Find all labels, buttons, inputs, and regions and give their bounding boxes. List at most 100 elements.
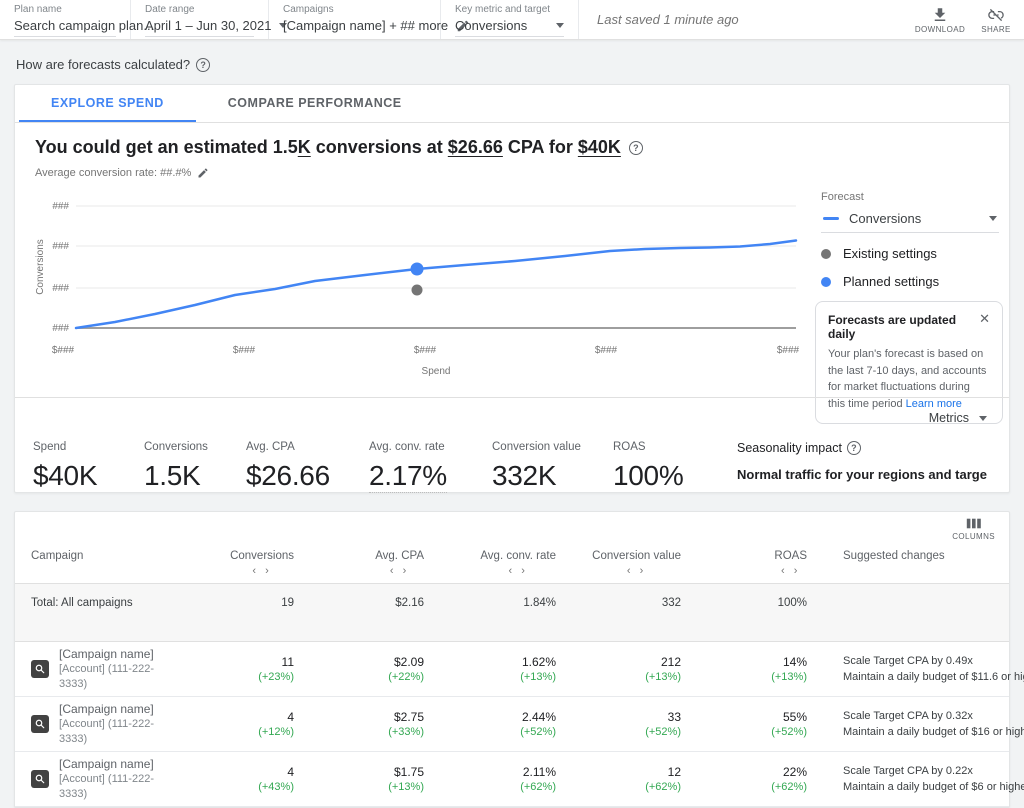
- col-header-roas[interactable]: ROAS‹ ›: [681, 550, 807, 577]
- existing-settings-dot: [821, 249, 831, 259]
- planned-settings-dot: [821, 277, 831, 287]
- svg-text:###: ###: [52, 283, 69, 294]
- campaigns-field[interactable]: Campaigns [Campaign name] + ## more: [269, 0, 441, 39]
- forecast-info-card: Forecasts are updated daily ✕ Your plan'…: [815, 301, 1003, 424]
- campaign-table-card: COLUMNS Campaign Conversions‹ › Avg. CPA…: [14, 511, 1010, 808]
- campaigns-value: [Campaign name] + ## more: [283, 18, 448, 33]
- legend-item-existing: Existing settings: [821, 246, 999, 261]
- svg-text:###: ###: [52, 241, 69, 252]
- col-header-conversion-value[interactable]: Conversion value‹ ›: [556, 550, 681, 577]
- col-header-avg-conv-rate[interactable]: Avg. conv. rate‹ ›: [424, 550, 556, 577]
- svg-text:$###: $###: [52, 345, 75, 356]
- svg-text:$###: $###: [233, 345, 256, 356]
- svg-text:###: ###: [52, 323, 69, 334]
- svg-text:$###: $###: [777, 345, 800, 356]
- date-range-field[interactable]: Date range April 1 – Jun 30, 2021: [131, 0, 269, 39]
- svg-text:$###: $###: [414, 345, 437, 356]
- edit-pencil-icon[interactable]: [197, 167, 209, 179]
- last-saved-status: Last saved 1 minute ago: [579, 12, 739, 27]
- account-name: [Account] (111-222-3333): [59, 717, 175, 747]
- legend-title: Forecast: [821, 191, 999, 203]
- series-line-swatch: [823, 217, 839, 220]
- existing-settings-point: [412, 285, 423, 296]
- planned-settings-point: [411, 263, 424, 276]
- campaigns-label: Campaigns: [283, 4, 426, 16]
- svg-text:###: ###: [52, 201, 69, 212]
- table-row[interactable]: [Campaign name] [Account] (111-222-3333)…: [15, 697, 1009, 752]
- svg-text:$###: $###: [595, 345, 618, 356]
- download-button[interactable]: DOWNLOAD: [912, 0, 968, 39]
- seasonality-value: Normal traffic for your regions and targ…: [737, 467, 993, 482]
- table-total-row: Total: All campaigns 19 $2.16 1.84% 332 …: [15, 584, 1009, 642]
- table-row[interactable]: [Campaign name] [Account] (111-222-3333)…: [15, 642, 1009, 697]
- key-metric-field[interactable]: Key metric and target Conversions: [441, 0, 579, 39]
- metric-tile-conversions: Conversions 1.5K: [144, 441, 208, 492]
- chevron-down-icon[interactable]: [556, 23, 564, 28]
- tab-bar: EXPLORE SPEND COMPARE PERFORMANCE: [15, 85, 1009, 123]
- columns-button[interactable]: COLUMNS: [952, 517, 995, 541]
- key-metric-label: Key metric and target: [455, 4, 564, 16]
- chevron-down-icon: [979, 416, 987, 421]
- share-button[interactable]: SHARE: [968, 0, 1024, 39]
- close-icon[interactable]: ✕: [979, 313, 990, 325]
- sort-icon[interactable]: ‹ ›: [375, 565, 424, 577]
- col-header-suggested-changes: Suggested changes: [807, 550, 1009, 577]
- x-axis-title: Spend: [422, 366, 451, 377]
- sort-icon[interactable]: ‹ ›: [480, 565, 556, 577]
- plan-name-field[interactable]: Plan name Search campaign plan...: [0, 0, 131, 39]
- sort-icon[interactable]: ‹ ›: [230, 565, 294, 577]
- chevron-down-icon: [989, 216, 997, 221]
- metrics-dropdown[interactable]: Metrics: [929, 411, 987, 425]
- help-icon[interactable]: ?: [196, 58, 210, 72]
- y-axis-title: Conversions: [35, 239, 46, 295]
- table-row[interactable]: [Campaign name] [Account] (111-222-3333)…: [15, 752, 1009, 807]
- search-campaign-icon: [31, 660, 49, 678]
- link-off-icon: [987, 6, 1005, 24]
- campaign-name[interactable]: [Campaign name]: [59, 756, 175, 772]
- suggested-changes: Scale Target CPA by 0.32xMaintain a dail…: [807, 708, 1024, 740]
- learn-more-link[interactable]: Learn more: [906, 398, 962, 410]
- date-range-label: Date range: [145, 4, 254, 16]
- legend-item-planned: Planned settings: [821, 274, 999, 289]
- metric-tile-spend: Spend $40K: [33, 441, 97, 492]
- campaign-name[interactable]: [Campaign name]: [59, 646, 175, 662]
- metric-tile-avg-conv-rate: Avg. conv. rate 2.17%: [369, 441, 447, 493]
- columns-icon: [966, 517, 982, 530]
- help-icon[interactable]: ?: [847, 441, 861, 455]
- col-header-conversions[interactable]: Conversions‹ ›: [175, 550, 294, 577]
- account-name: [Account] (111-222-3333): [59, 662, 175, 692]
- col-header-campaign[interactable]: Campaign: [15, 550, 175, 577]
- forecast-headline: You could get an estimated 1.5K conversi…: [35, 137, 643, 158]
- sort-icon[interactable]: ‹ ›: [592, 565, 681, 577]
- info-card-title: Forecasts are updated daily: [828, 313, 979, 341]
- chart-legend: Forecast Conversions Existing settings P…: [821, 191, 999, 289]
- tab-explore-spend[interactable]: EXPLORE SPEND: [19, 85, 196, 122]
- suggested-changes: Scale Target CPA by 0.49xMaintain a dail…: [807, 653, 1024, 685]
- date-range-value[interactable]: April 1 – Jun 30, 2021: [145, 18, 271, 33]
- metric-tile-conversion-value: Conversion value 332K: [492, 441, 581, 492]
- sort-icon[interactable]: ‹ ›: [774, 565, 807, 577]
- top-toolbar: Plan name Search campaign plan... Date r…: [0, 0, 1024, 40]
- forecasts-help-row: How are forecasts calculated? ?: [0, 40, 1024, 84]
- avg-conversion-rate-note: Average conversion rate: ##.#%: [35, 167, 209, 179]
- metric-tile-roas: ROAS 100%: [613, 441, 683, 492]
- download-icon: [931, 6, 949, 24]
- metric-tile-avg-cpa: Avg. CPA $26.66: [246, 441, 330, 492]
- search-campaign-icon: [31, 715, 49, 733]
- campaign-name[interactable]: [Campaign name]: [59, 701, 175, 717]
- plan-name-label: Plan name: [14, 4, 116, 16]
- forecast-metric-dropdown[interactable]: Conversions: [821, 203, 999, 233]
- planned-settings-line: [76, 241, 796, 329]
- how-forecasts-calculated-link[interactable]: How are forecasts calculated?: [16, 57, 190, 72]
- seasonality-tile: Seasonality impact ? Normal traffic for …: [737, 441, 993, 482]
- metrics-divider: [15, 397, 1009, 398]
- help-icon[interactable]: ?: [629, 141, 643, 155]
- search-campaign-icon: [31, 770, 49, 788]
- key-metric-value[interactable]: Conversions: [455, 18, 548, 33]
- suggested-changes: Scale Target CPA by 0.22xMaintain a dail…: [807, 763, 1024, 795]
- tab-compare-performance[interactable]: COMPARE PERFORMANCE: [196, 85, 434, 122]
- col-header-avg-cpa[interactable]: Avg. CPA‹ ›: [294, 550, 424, 577]
- table-header-row: Campaign Conversions‹ › Avg. CPA‹ › Avg.…: [15, 550, 1009, 584]
- forecast-line-chart: ### ### ### ### $### $### $### $### $###…: [35, 197, 815, 382]
- explore-spend-card: EXPLORE SPEND COMPARE PERFORMANCE You co…: [14, 84, 1010, 493]
